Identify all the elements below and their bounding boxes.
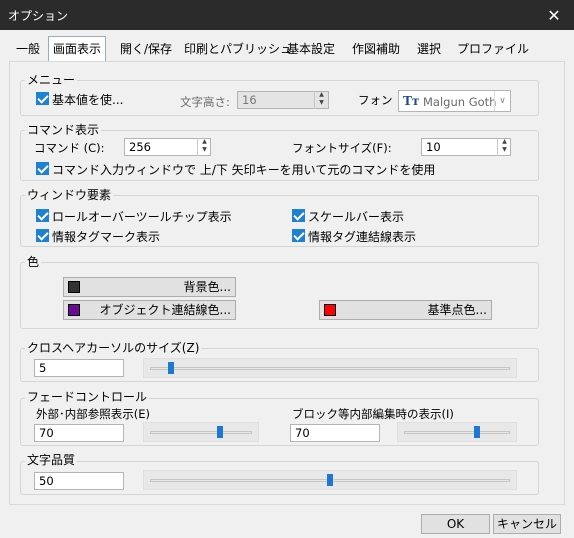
info-tag-mark-label: 情報タグマーク表示 <box>52 230 161 244</box>
color-group-label: 色 <box>25 255 42 269</box>
use-default-checkbox[interactable] <box>36 92 49 105</box>
object-link-color-swatch <box>68 304 80 316</box>
font-size-spinner[interactable]: ▲ ▼ <box>497 138 511 156</box>
crosshair-size-input[interactable]: 5 <box>34 359 124 377</box>
tab-general[interactable]: 一般 <box>13 38 43 60</box>
block-fade-label: ブロック等内部編集時の表示(I) <box>292 407 454 421</box>
tab-profiles[interactable]: プロファイル <box>454 38 532 60</box>
tab-print-publish[interactable]: 印刷とパブリッシュ <box>181 38 295 60</box>
base-point-color-swatch <box>324 304 336 316</box>
fade-control-label: フェードコントロール <box>25 390 150 404</box>
font-type-icon: Tт <box>403 94 420 108</box>
tab-selection[interactable]: 選択 <box>414 38 444 60</box>
font-select[interactable]: Tт Malgun Goth ∨ <box>398 90 511 112</box>
block-fade-slider-thumb[interactable] <box>474 426 480 438</box>
tab-drafting-aids[interactable]: 作図補助 <box>349 38 403 60</box>
window-title: オプション <box>8 9 69 23</box>
scale-bar-label: スケールバー表示 <box>308 210 405 224</box>
xref-fade-slider[interactable] <box>143 422 259 442</box>
text-quality-slider[interactable] <box>143 470 517 490</box>
command-lines-label: コマンド (C): <box>34 141 105 155</box>
info-tag-mark-checkbox[interactable] <box>36 229 49 242</box>
title-bar: オプション ✕ <box>0 0 574 30</box>
ok-button[interactable]: OK <box>421 514 490 534</box>
xref-fade-label: 外部･内部参照表示(E) <box>36 407 150 421</box>
use-default-label: 基本値を使... <box>52 93 124 107</box>
command-group-label: コマンド表示 <box>25 123 102 137</box>
scale-bar-checkbox[interactable] <box>292 209 305 222</box>
crosshair-size-slider[interactable] <box>143 358 517 378</box>
background-color-button[interactable]: 背景色... <box>63 277 236 297</box>
xref-fade-input[interactable]: 70 <box>34 424 124 442</box>
rollover-tooltip-checkbox[interactable] <box>36 209 49 222</box>
block-fade-slider[interactable] <box>397 422 517 442</box>
font-size-label: フォントサイズ(F): <box>292 141 392 155</box>
font-label: フォン <box>358 93 393 107</box>
tab-open-save[interactable]: 開く/保存 <box>117 38 175 60</box>
info-tag-link-checkbox[interactable] <box>292 229 305 242</box>
object-link-color-button[interactable]: オブジェクト連結線色... <box>63 300 236 320</box>
base-point-color-button[interactable]: 基準点色... <box>319 300 492 320</box>
arrow-keys-checkbox[interactable] <box>36 162 49 175</box>
rollover-tooltip-label: ロールオーバーツールチップ表示 <box>52 210 232 224</box>
crosshair-size-label: クロスヘアカーソルのサイズ(Z) <box>25 341 202 355</box>
chevron-down-icon[interactable]: ∨ <box>494 91 510 111</box>
text-quality-label: 文字品質 <box>25 453 78 467</box>
background-color-swatch <box>68 281 80 293</box>
text-quality-slider-thumb[interactable] <box>327 474 333 486</box>
cancel-button[interactable]: キャンセル <box>493 514 561 534</box>
text-height-spinner: ▲ ▼ <box>314 91 328 109</box>
info-tag-link-label: 情報タグ連結線表示 <box>308 230 417 244</box>
command-lines-spinner[interactable]: ▲ ▼ <box>197 138 211 156</box>
tab-basic-settings[interactable]: 基本設定 <box>284 38 338 60</box>
arrow-keys-label: コマンド入力ウィンドウで 上/下 矢印キーを用いて元のコマンドを使用 <box>52 163 436 177</box>
menu-group-label: メニュー <box>25 73 78 87</box>
text-height-label: 文字高さ: <box>180 95 230 109</box>
crosshair-size-slider-thumb[interactable] <box>167 362 174 374</box>
font-value: Malgun Goth <box>423 95 497 109</box>
tab-display[interactable]: 画面表示 <box>48 36 107 62</box>
text-quality-input[interactable]: 50 <box>34 472 124 490</box>
window-elements-label: ウィンドウ要素 <box>25 188 114 202</box>
block-fade-input[interactable]: 70 <box>290 424 380 442</box>
xref-fade-slider-thumb[interactable] <box>217 426 224 438</box>
close-icon[interactable]: ✕ <box>534 0 574 30</box>
